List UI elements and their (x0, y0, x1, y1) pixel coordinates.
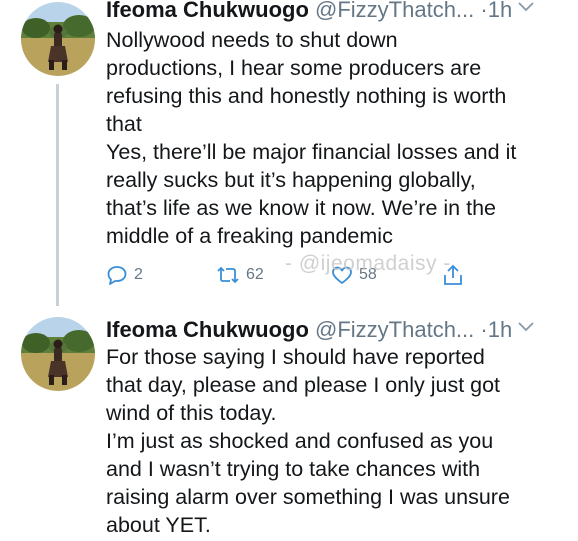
share-icon (444, 264, 462, 285)
author-handle[interactable]: @FizzyThatch... (315, 317, 474, 342)
avatar[interactable] (21, 317, 95, 391)
avatar-photo (21, 317, 95, 391)
retweet-icon (217, 266, 239, 284)
separator-dot: · (480, 317, 488, 342)
tweet[interactable]: Ifeoma Chukwuogo @FizzyThatch... ·1h Nol… (0, 0, 578, 306)
chevron-down-icon[interactable] (518, 2, 534, 12)
tweet-paragraph: Yes, there’ll be major financial losses … (106, 140, 517, 248)
author-name[interactable]: Ifeoma Chukwuogo (106, 317, 309, 342)
like-button[interactable]: 58 (331, 260, 377, 290)
tweet[interactable]: Ifeoma Chukwuogo @FizzyThatch... ·1h For… (0, 305, 578, 541)
tweet-text: For those saying I should have reported … (106, 343, 566, 539)
tweet-header: Ifeoma Chukwuogo @FizzyThatch... ·1h (106, 316, 570, 344)
chevron-down-icon[interactable] (518, 322, 534, 332)
tweet-text: Nollywood needs to shut down productions… (106, 26, 566, 250)
avatar[interactable] (21, 2, 95, 76)
avatar-photo (21, 2, 95, 76)
tweet-header: Ifeoma Chukwuogo @FizzyThatch... ·1h (106, 0, 570, 24)
reply-icon (107, 266, 127, 285)
share-button[interactable] (442, 260, 464, 290)
author-name[interactable]: Ifeoma Chukwuogo (106, 0, 309, 22)
timestamp[interactable]: 1h (488, 317, 512, 342)
timestamp[interactable]: 1h (488, 0, 512, 22)
reply-count: 2 (134, 266, 143, 283)
separator-dot: · (480, 0, 488, 22)
tweet-paragraph: For those saying I should have reported … (106, 345, 501, 425)
tweet-paragraph: I’m just as shocked and confused as you … (106, 429, 510, 537)
retweet-count: 62 (246, 266, 264, 283)
retweet-button[interactable]: 62 (216, 260, 264, 290)
author-handle[interactable]: @FizzyThatch... (315, 0, 474, 22)
reply-button[interactable]: 2 (106, 260, 143, 290)
like-icon (332, 266, 352, 284)
thread-line (56, 84, 59, 306)
tweet-actions: 2 62 58 (106, 260, 506, 290)
tweet-paragraph: Nollywood needs to shut down productions… (106, 28, 507, 136)
like-count: 58 (359, 266, 377, 283)
